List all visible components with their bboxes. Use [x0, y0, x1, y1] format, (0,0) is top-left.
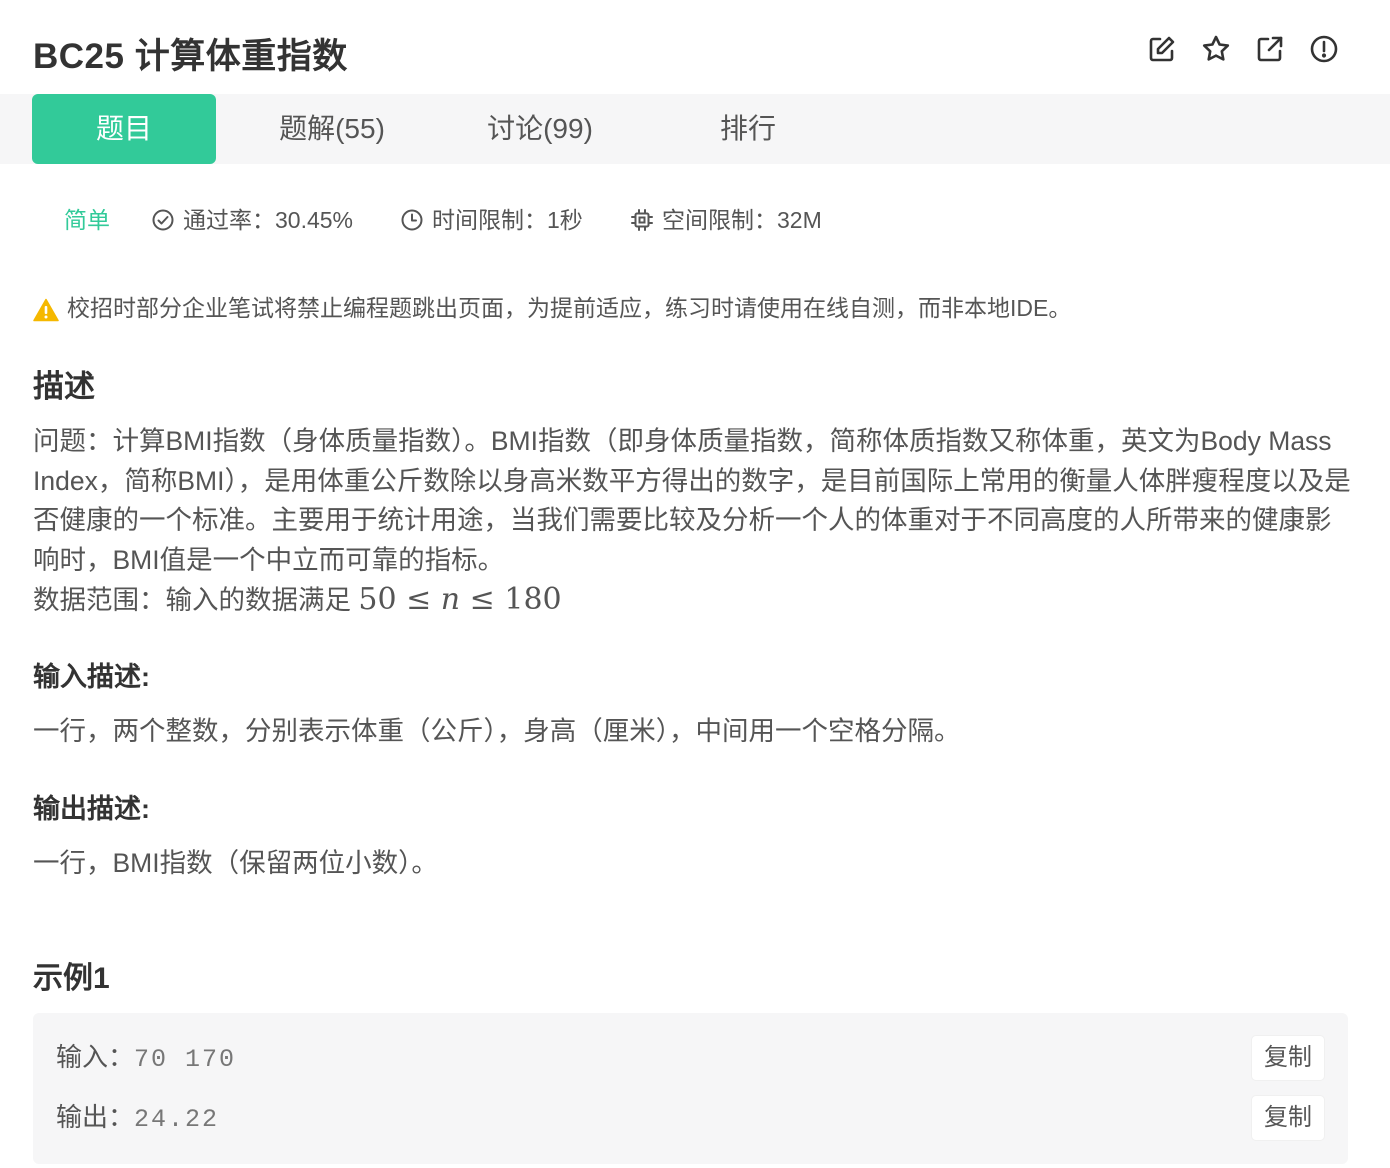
example-heading: 示例1: [33, 962, 110, 995]
example-input-label: 输入：: [56, 1042, 135, 1072]
example-input-value[interactable]: 70 170: [134, 1045, 236, 1074]
example-input-row: 输入：70 170: [56, 1037, 236, 1077]
clock-icon: [400, 208, 424, 232]
example-output-value[interactable]: 24.22: [134, 1105, 219, 1134]
share-icon[interactable]: [1254, 33, 1286, 65]
notice-text: 校招时部分企业笔试将禁止编程题跳出页面，为提前适应，练习时请使用在线自测，而非本…: [67, 295, 1072, 321]
pass-rate-text: 通过率：30.45%: [183, 207, 354, 233]
edit-icon[interactable]: [1146, 33, 1178, 65]
data-range-formula: 50 ≤ n ≤ 180: [358, 582, 562, 617]
star-icon[interactable]: [1200, 33, 1232, 65]
data-range: 数据范围：输入的数据满足 50 ≤ n ≤ 180: [33, 580, 1353, 621]
tab-bar: 题目 题解(55) 讨论(99) 排行: [0, 94, 1390, 164]
problem-title: BC25 计算体重指数: [33, 37, 348, 76]
chip-icon: [630, 208, 654, 232]
output-description-heading: 输出描述:: [33, 794, 150, 824]
time-limit: 时间限制：1秒: [400, 200, 583, 240]
time-limit-text: 时间限制：1秒: [432, 207, 583, 233]
tab-solutions[interactable]: 题解(55): [250, 94, 414, 164]
tab-discussion[interactable]: 讨论(99): [458, 94, 622, 164]
example-output-label: 输出：: [56, 1102, 135, 1132]
description-text: 问题：计算BMI指数（身体质量指数）。BMI指数（即身体质量指数，简称体质指数又…: [33, 426, 1351, 575]
report-icon[interactable]: [1308, 33, 1340, 65]
exam-notice: 校招时部分企业笔试将禁止编程题跳出页面，为提前适应，练习时请使用在线自测，而非本…: [33, 290, 1071, 326]
tab-ranking[interactable]: 排行: [690, 94, 806, 164]
example-box: 输入：70 170 复制 输出：24.22 复制: [33, 1013, 1348, 1164]
example-output-row: 输出：24.22: [56, 1097, 219, 1137]
space-limit: 空间限制：32M: [630, 200, 822, 240]
difficulty-badge: 简单: [64, 207, 110, 233]
data-range-label: 数据范围：输入的数据满足: [33, 585, 359, 615]
copy-output-button[interactable]: 复制: [1252, 1096, 1324, 1140]
tab-problem[interactable]: 题目: [32, 94, 216, 164]
space-limit-text: 空间限制：32M: [662, 207, 822, 233]
description-heading: 描述: [33, 369, 95, 404]
warning-icon: [33, 296, 59, 322]
pass-rate: 通过率：30.45%: [151, 200, 353, 240]
output-description-text: 一行，BMI指数（保留两位小数）。: [33, 848, 438, 878]
problem-header: BC25 计算体重指数: [0, 0, 1390, 94]
copy-input-button[interactable]: 复制: [1252, 1036, 1324, 1080]
input-description-text: 一行，两个整数，分别表示体重（公斤），身高（厘米），中间用一个空格分隔。: [33, 716, 961, 746]
input-description-heading: 输入描述:: [33, 662, 150, 692]
check-circle-icon: [151, 208, 175, 232]
